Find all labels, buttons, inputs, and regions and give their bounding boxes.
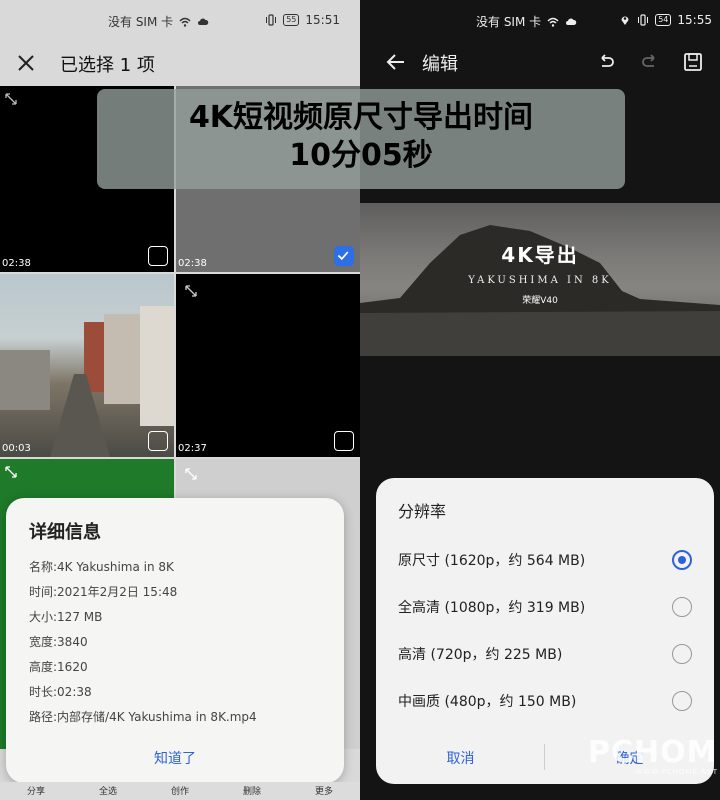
select-all-button[interactable]: 全选 <box>99 784 117 800</box>
building <box>0 350 50 410</box>
detail-row: 名称:4K Yakushima in 8K <box>29 560 174 574</box>
vibrate-icon <box>266 14 277 26</box>
cancel-button[interactable]: 取消 <box>376 748 545 768</box>
tile-duration: 00:03 <box>2 443 31 454</box>
expand-icon[interactable] <box>184 284 198 298</box>
selection-title: 已选择 1 项 <box>60 55 155 76</box>
radio-unselected[interactable] <box>672 644 692 664</box>
ok-button[interactable]: 知道了 <box>6 748 344 768</box>
tile-duration: 02:37 <box>178 443 207 454</box>
option-label: 全高清 (1080p，约 319 MB) <box>398 600 586 616</box>
more-button[interactable]: 更多 <box>315 784 333 800</box>
cloud-icon <box>198 18 209 25</box>
tile-duration: 02:38 <box>178 258 207 269</box>
export-time-banner: 4K短视频原尺寸导出时间 10分05秒 <box>97 89 625 189</box>
status-bar: 没有 SIM 卡 55 15:51 <box>0 0 360 40</box>
select-checkbox[interactable] <box>148 246 168 266</box>
wifi-icon <box>179 17 191 27</box>
radio-unselected[interactable] <box>672 691 692 711</box>
battery-icon: 55 <box>283 14 300 26</box>
details-title: 详细信息 <box>29 522 101 543</box>
expand-icon[interactable] <box>4 465 18 479</box>
undo-icon[interactable] <box>596 52 616 72</box>
resolution-option-sd[interactable]: 中画质 (480p，约 150 MB) <box>398 689 692 713</box>
editor-header: 编辑 <box>360 40 720 86</box>
detail-row: 宽度:3840 <box>29 635 88 649</box>
option-label: 高清 (720p，约 225 MB) <box>398 647 563 663</box>
radio-selected[interactable] <box>672 550 692 570</box>
banner-line1: 4K短视频原尺寸导出时间 <box>188 100 534 135</box>
radio-unselected[interactable] <box>672 597 692 617</box>
editor-title: 编辑 <box>422 54 458 75</box>
check-icon <box>337 251 349 261</box>
media-tile[interactable]: 02:37 <box>176 274 360 457</box>
building <box>104 314 140 404</box>
detail-row: 路径:内部存储/4K Yakushima in 8K.mp4 <box>29 710 257 724</box>
select-checkbox-checked[interactable] <box>334 246 354 266</box>
resolution-option-hd[interactable]: 高清 (720p，约 225 MB) <box>398 642 692 666</box>
create-button[interactable]: 创作 <box>171 784 189 800</box>
building <box>140 306 174 426</box>
location-icon <box>621 16 629 25</box>
option-label: 原尺寸 (1620p，约 564 MB) <box>398 553 586 569</box>
bottom-action-bar: 分享 全选 创作 删除 更多 <box>0 782 360 800</box>
vibrate-icon <box>638 14 649 26</box>
back-arrow-icon[interactable] <box>384 50 408 74</box>
selection-header: 已选择 1 项 <box>0 40 360 86</box>
delete-button[interactable]: 删除 <box>243 784 261 800</box>
battery-icon: 54 <box>655 14 672 26</box>
banner-line2: 10分05秒 <box>289 138 433 173</box>
option-label: 中画质 (480p，约 150 MB) <box>398 694 577 710</box>
select-checkbox[interactable] <box>148 431 168 451</box>
resolution-title: 分辨率 <box>398 502 447 521</box>
carrier-text: 没有 SIM 卡 <box>108 15 174 29</box>
share-button[interactable]: 分享 <box>27 784 45 800</box>
status-bar: 没有 SIM 卡 54 15:55 <box>360 0 720 40</box>
preview-title: 4K导出 <box>501 243 579 267</box>
detail-row: 大小:127 MB <box>29 610 103 624</box>
detail-row: 时长:02:38 <box>29 685 92 699</box>
save-icon[interactable] <box>682 51 704 73</box>
details-dialog: 详细信息 名称:4K Yakushima in 8K 时间:2021年2月2日 … <box>6 498 344 783</box>
detail-row: 时间:2021年2月2日 15:48 <box>29 585 178 599</box>
cloud-icon <box>566 18 577 25</box>
clock-text: 15:55 <box>677 13 712 27</box>
clock-text: 15:51 <box>305 13 340 27</box>
media-tile[interactable]: 00:03 <box>0 274 174 457</box>
preview-subtitle: YAKUSHIMA IN 8K <box>468 275 612 286</box>
resolution-option-fhd[interactable]: 全高清 (1080p，约 319 MB) <box>398 595 692 619</box>
tile-duration: 02:38 <box>2 258 31 269</box>
detail-row: 高度:1620 <box>29 660 88 674</box>
carrier-text: 没有 SIM 卡 <box>476 15 542 29</box>
expand-icon[interactable] <box>184 467 198 481</box>
wifi-icon <box>547 17 559 27</box>
watermark-logo: PCHOME <box>588 735 720 770</box>
resolution-option-original[interactable]: 原尺寸 (1620p，约 564 MB) <box>398 548 692 572</box>
expand-icon[interactable] <box>4 92 18 106</box>
redo-icon[interactable] <box>640 52 660 72</box>
site-watermark: PCHOME WWW.PCHOME.NET <box>588 735 720 795</box>
preview-brand: 荣耀V40 <box>522 296 558 306</box>
select-checkbox[interactable] <box>334 431 354 451</box>
video-preview[interactable]: 4K导出 YAKUSHIMA IN 8K 荣耀V40 <box>360 203 720 356</box>
close-icon[interactable] <box>15 52 37 74</box>
